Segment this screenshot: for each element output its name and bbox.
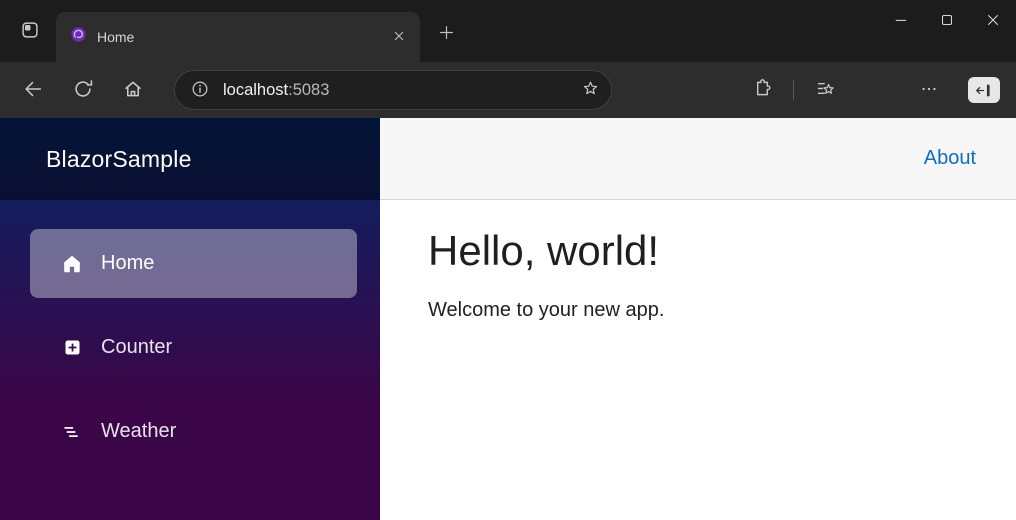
refresh-button[interactable] bbox=[62, 70, 104, 110]
main-area: About Hello, world! Welcome to your new … bbox=[380, 118, 1016, 520]
sidebar-item-home[interactable]: Home bbox=[30, 229, 357, 298]
window-controls bbox=[878, 0, 1016, 62]
toolbar-divider bbox=[793, 80, 794, 100]
browser-window: Home localhost:5083 BlazorSample Home Co… bbox=[0, 0, 1016, 520]
refresh-icon bbox=[72, 78, 94, 103]
tab-actions-button[interactable] bbox=[12, 13, 48, 49]
brand-link[interactable]: BlazorSample bbox=[46, 146, 192, 173]
info-icon bbox=[190, 79, 210, 102]
page-content: BlazorSample Home Counter Weather About … bbox=[0, 118, 1016, 520]
close-window-button[interactable] bbox=[970, 0, 1016, 42]
arrow-left-icon bbox=[22, 78, 44, 103]
list-nested-icon bbox=[60, 420, 84, 444]
toolbar-right-cluster bbox=[741, 70, 1006, 110]
favorites-button[interactable] bbox=[804, 70, 846, 110]
browser-titlebar: Home bbox=[0, 0, 1016, 62]
minimize-icon bbox=[892, 11, 910, 32]
blazor-favicon-icon bbox=[69, 25, 88, 49]
new-tab-button[interactable] bbox=[429, 17, 463, 51]
close-icon bbox=[391, 28, 407, 47]
plus-square-icon bbox=[60, 336, 84, 360]
split-screen-icon bbox=[968, 77, 1000, 103]
sidebar-toggle-button[interactable] bbox=[962, 70, 1006, 110]
url-port: :5083 bbox=[288, 80, 330, 99]
sidebar-item-label: Home bbox=[101, 252, 155, 274]
site-info-button[interactable] bbox=[183, 73, 217, 107]
brand-row: BlazorSample bbox=[0, 118, 380, 200]
extensions-button[interactable] bbox=[741, 70, 783, 110]
home-icon bbox=[122, 78, 144, 103]
favorite-star-button[interactable] bbox=[573, 73, 607, 107]
puzzle-icon bbox=[752, 78, 773, 102]
browser-tab[interactable]: Home bbox=[56, 12, 420, 62]
app-top-row: About bbox=[380, 118, 1016, 200]
minimize-button[interactable] bbox=[878, 0, 924, 42]
address-bar[interactable]: localhost:5083 bbox=[174, 70, 612, 110]
sidebar-item-label: Weather bbox=[101, 420, 177, 442]
sidebar-item-counter[interactable]: Counter bbox=[30, 313, 357, 382]
sidebar-item-weather[interactable]: Weather bbox=[30, 397, 357, 466]
app-sidebar: BlazorSample Home Counter Weather bbox=[0, 118, 380, 520]
star-lines-icon bbox=[815, 78, 836, 102]
workspaces-icon bbox=[19, 19, 41, 44]
url-text: localhost:5083 bbox=[223, 81, 573, 100]
settings-more-button[interactable] bbox=[908, 70, 950, 110]
house-icon bbox=[60, 252, 84, 276]
browser-toolbar: localhost:5083 bbox=[0, 62, 1016, 118]
page-title: Hello, world! bbox=[428, 227, 660, 274]
ellipsis-icon bbox=[919, 79, 939, 102]
welcome-text: Welcome to your new app. bbox=[428, 299, 665, 321]
star-icon bbox=[581, 79, 600, 101]
url-host: localhost bbox=[223, 80, 289, 99]
back-button[interactable] bbox=[12, 70, 54, 110]
sidebar-item-label: Counter bbox=[101, 336, 173, 358]
nav-menu: Home Counter Weather bbox=[30, 229, 357, 481]
main-content: Hello, world! Welcome to your new app. bbox=[380, 200, 1016, 322]
home-button[interactable] bbox=[112, 70, 154, 110]
maximize-icon bbox=[938, 11, 956, 32]
maximize-button[interactable] bbox=[924, 0, 970, 42]
about-link[interactable]: About bbox=[924, 147, 976, 170]
close-icon bbox=[984, 11, 1002, 32]
tab-title: Home bbox=[97, 29, 135, 45]
tab-close-button[interactable] bbox=[386, 24, 412, 50]
plus-icon bbox=[437, 23, 456, 45]
